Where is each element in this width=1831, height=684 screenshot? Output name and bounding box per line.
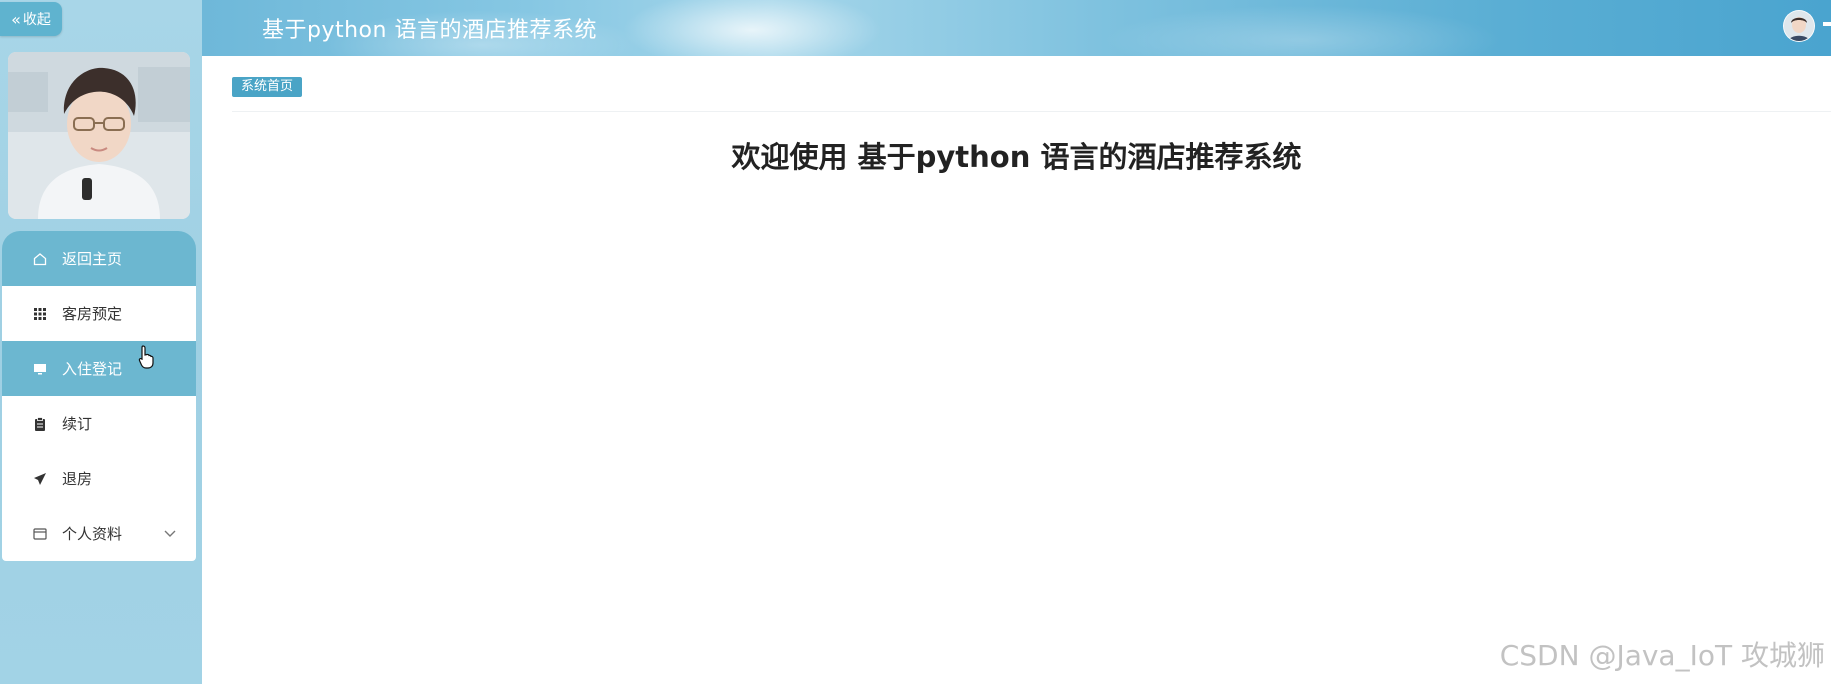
breadcrumb[interactable]: 系统首页 (232, 77, 303, 97)
sidebar-item-check-out[interactable]: 退房 (2, 451, 196, 506)
collapse-label: 收起 (22, 12, 51, 28)
sidebar-item-room-booking[interactable]: 客房预定 (2, 286, 196, 341)
user-profile-photo (8, 52, 190, 219)
double-chevron-left-icon: « (11, 9, 21, 29)
grid-icon (32, 306, 48, 322)
chevron-down-icon[interactable] (162, 525, 178, 541)
sidebar-item-label: 续订 (62, 415, 93, 433)
clipboard-icon (32, 416, 48, 432)
sidebar: « 收起 返回主页 客房预定 入住登记 续订 退房 个人资料 (0, 0, 202, 684)
pointer-cursor-icon (138, 345, 156, 369)
sidebar-item-home[interactable]: 返回主页 (2, 231, 196, 286)
monitor-icon (32, 361, 48, 377)
home-icon (32, 251, 48, 267)
divider (232, 111, 1831, 112)
collapse-button[interactable]: « 收起 (0, 2, 62, 36)
sidebar-item-label: 客房预定 (62, 305, 123, 323)
sidebar-item-label: 个人资料 (62, 525, 123, 543)
sidebar-item-label: 入住登记 (62, 360, 123, 378)
send-icon (32, 471, 48, 487)
sidebar-menu: 返回主页 客房预定 入住登记 续订 退房 个人资料 (2, 231, 196, 561)
profile-photo-image (8, 52, 190, 219)
sidebar-item-renewal[interactable]: 续订 (2, 396, 196, 451)
app-title: 基于python 语言的酒店推荐系统 (262, 18, 597, 43)
watermark: CSDN @Java_IoT 攻城狮 (1499, 639, 1825, 672)
wallet-icon (32, 526, 48, 542)
main-content: 系统首页 欢迎使用 基于python 语言的酒店推荐系统 CSDN @Java_… (202, 56, 1831, 684)
sidebar-item-label: 退房 (62, 470, 93, 488)
sidebar-item-profile[interactable]: 个人资料 (2, 506, 196, 561)
user-menu-caret-icon[interactable] (1823, 22, 1831, 26)
sidebar-item-label: 返回主页 (62, 250, 123, 268)
app-window: « 收起 返回主页 客房预定 入住登记 续订 退房 个人资料 基于python … (0, 0, 1831, 684)
top-header: 基于python 语言的酒店推荐系统 (202, 0, 1831, 56)
user-avatar[interactable] (1783, 10, 1815, 42)
header-cloud-decoration (1102, 5, 1502, 56)
welcome-heading: 欢迎使用 基于python 语言的酒店推荐系统 (731, 140, 1302, 174)
sidebar-item-check-in[interactable]: 入住登记 (2, 341, 196, 396)
header-cloud-decoration (622, 0, 882, 56)
